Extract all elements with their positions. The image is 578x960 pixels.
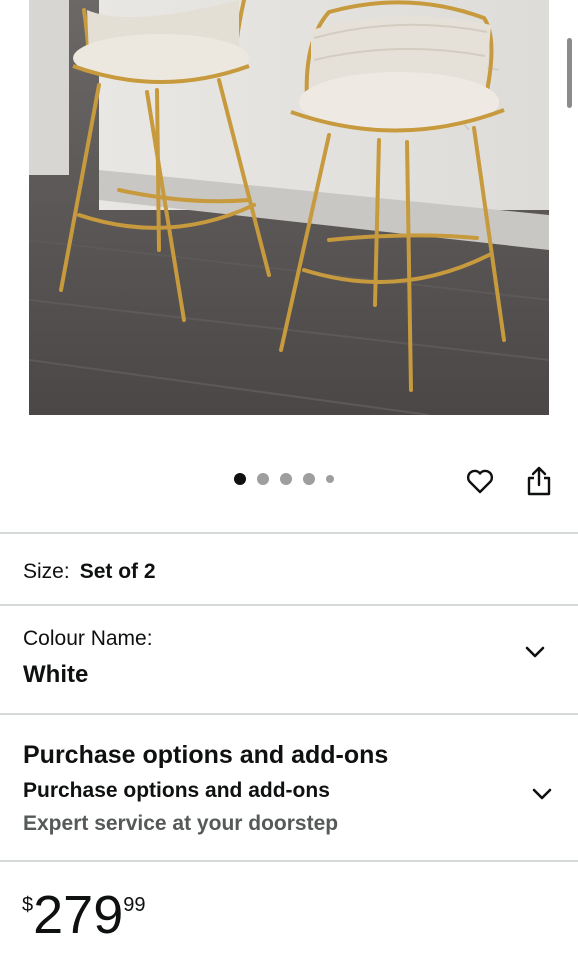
- wishlist-button[interactable]: [465, 466, 495, 496]
- carousel-dot-5[interactable]: [326, 475, 334, 483]
- purchase-options[interactable]: Purchase options and add-ons Purchase op…: [0, 716, 578, 860]
- carousel-dot-4[interactable]: [303, 473, 315, 485]
- purchase-note: Expert service at your doorstep: [23, 812, 339, 835]
- carousel-dot-1[interactable]: [234, 473, 246, 485]
- chevron-down-icon: [525, 646, 545, 658]
- heart-icon: [466, 469, 494, 494]
- price-whole: 279: [33, 885, 124, 945]
- share-icon: [527, 466, 551, 496]
- colour-label: Colour Name:: [23, 627, 153, 650]
- purchase-title: Purchase options and add-ons: [23, 741, 389, 769]
- size-row: Size: Set of 2: [23, 560, 156, 584]
- colour-selector[interactable]: Colour Name: White: [0, 606, 578, 714]
- colour-value: White: [23, 661, 89, 688]
- size-label: Size:: [23, 560, 70, 583]
- divider: [0, 713, 578, 715]
- size-value: Set of 2: [79, 560, 156, 583]
- price-fraction: 99: [123, 894, 146, 916]
- product-image[interactable]: [29, 0, 549, 415]
- carousel-dots[interactable]: [234, 473, 334, 485]
- scrollbar[interactable]: [567, 38, 572, 108]
- divider: [0, 532, 578, 534]
- share-button[interactable]: [525, 465, 553, 497]
- divider: [0, 860, 578, 862]
- price-symbol: $: [22, 894, 34, 916]
- purchase-subtitle: Purchase options and add-ons: [23, 779, 330, 802]
- chevron-down-icon: [532, 788, 552, 800]
- carousel-dot-3[interactable]: [280, 473, 292, 485]
- price: $ 279 99: [22, 888, 145, 942]
- carousel-dot-2[interactable]: [257, 473, 269, 485]
